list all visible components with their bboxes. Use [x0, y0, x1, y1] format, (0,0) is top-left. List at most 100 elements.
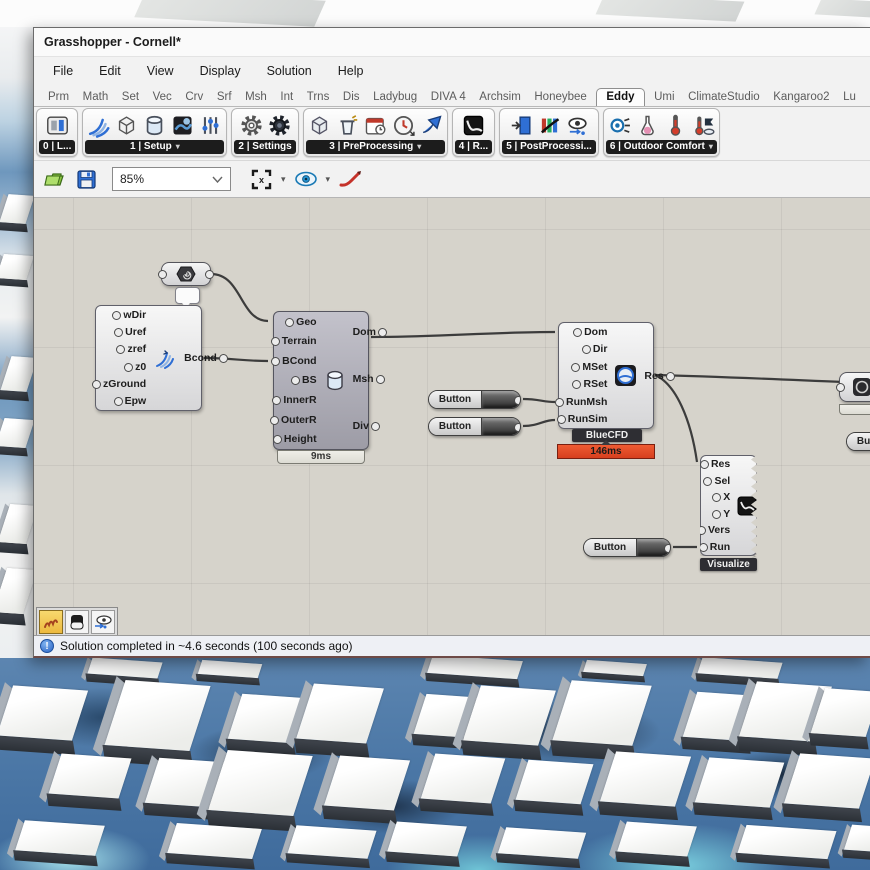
component-input[interactable]: RunMsh	[559, 395, 614, 409]
zoom-extents-icon[interactable]: x	[249, 167, 273, 191]
component-output[interactable]: Res	[637, 369, 670, 383]
component-output[interactable]: Div	[346, 419, 376, 433]
tab[interactable]: Prm	[44, 89, 73, 106]
component-input[interactable]: RSet	[576, 377, 614, 391]
zoom-extents-menu-arrow[interactable]: ▾	[281, 174, 286, 185]
component-input[interactable]: MSet	[575, 360, 614, 374]
component-input[interactable]: Res	[704, 457, 737, 471]
component-input[interactable]: Run	[703, 540, 737, 554]
sketch-pen-icon[interactable]	[338, 167, 362, 191]
title-bar[interactable]: Grasshopper - Cornell*	[34, 28, 870, 57]
component-input[interactable]: RunSim	[561, 412, 615, 426]
tab[interactable]: Ladybug	[369, 89, 421, 106]
mesh-domain-component[interactable]: GeoTerrainBCondBSInnerROuterRHeight DomM…	[273, 311, 369, 450]
tab[interactable]: Crv	[181, 89, 207, 106]
tab[interactable]: Vec	[149, 89, 176, 106]
group-menu-arrow[interactable]: ▾	[709, 142, 713, 151]
open-file-icon[interactable]	[42, 167, 66, 191]
component-input[interactable]: Uref	[118, 325, 153, 339]
toggle-preview-button[interactable]	[65, 610, 89, 634]
component-input[interactable]: X	[716, 490, 737, 504]
tab[interactable]: Lu	[839, 89, 860, 106]
component-input[interactable]: wDir	[116, 308, 153, 322]
tab[interactable]: Kangaroo2	[769, 89, 833, 106]
component-input[interactable]: Height	[277, 432, 324, 446]
save-file-icon[interactable]	[74, 167, 98, 191]
menu-item[interactable]: Edit	[86, 61, 134, 81]
group-menu-arrow[interactable]: ▾	[176, 142, 180, 151]
menu-item[interactable]: File	[40, 61, 86, 81]
clipped-button[interactable]: Button	[846, 432, 870, 451]
run-visualize-button[interactable]: Button	[583, 538, 671, 557]
toolbar-group-label[interactable]: 2 | Settings	[234, 140, 295, 154]
component-input[interactable]: Epw	[118, 394, 154, 408]
sketch-tool-button[interactable]	[39, 610, 63, 634]
tab[interactable]: Umi	[650, 89, 678, 106]
gear-dark-icon[interactable]	[266, 112, 293, 139]
tab[interactable]: Honeybee	[530, 89, 590, 106]
component-input[interactable]: Geo	[289, 315, 323, 329]
tab[interactable]: Set	[118, 89, 143, 106]
component-input[interactable]: InnerR	[276, 393, 323, 407]
component-input[interactable]: zGround	[96, 377, 153, 391]
tab[interactable]: DIVA 4	[427, 89, 470, 106]
residuals-curve-icon[interactable]	[460, 112, 487, 139]
wind-direction-component[interactable]	[161, 262, 211, 286]
menu-item[interactable]: Solution	[254, 61, 325, 81]
run-sim-button[interactable]: Button	[428, 417, 521, 436]
preview-menu-arrow[interactable]: ▾	[326, 174, 331, 185]
toolbar-group-label[interactable]: 1 | Setup▾	[85, 140, 224, 154]
component-input[interactable]: Y	[716, 507, 737, 521]
preview-mode-button[interactable]	[91, 610, 115, 634]
tab[interactable]: Trns	[303, 89, 334, 106]
component-input[interactable]: BCond	[275, 354, 323, 368]
component-input[interactable]: Sel	[707, 474, 737, 488]
utci-icon[interactable]	[690, 112, 717, 139]
component-input[interactable]: Vers	[701, 523, 737, 537]
toolbar-group-label[interactable]: 0 | L...	[39, 140, 75, 154]
gh-canvas[interactable]: wDirUrefzrefz0zGroundEpw Bcond GeoTerrai…	[34, 198, 870, 635]
tab[interactable]: Srf	[213, 89, 236, 106]
component-output[interactable]: Msh	[346, 372, 381, 386]
schedule-icon[interactable]	[362, 112, 389, 139]
component-input[interactable]: zref	[120, 342, 153, 356]
component-output[interactable]: Bcond	[177, 351, 224, 365]
component-input[interactable]: Dir	[586, 342, 615, 356]
visualize-component[interactable]: Res Sel XY Vers Run	[700, 455, 757, 556]
wind-profile-icon[interactable]	[85, 112, 112, 139]
toolbar-group-label[interactable]: 5 | PostProcessi...	[502, 140, 596, 154]
component-input[interactable]: Dom	[577, 325, 614, 339]
bluecfd-component[interactable]: DomDirMSetRSetRunMshRunSim Res	[558, 322, 654, 429]
interop-icon[interactable]	[44, 112, 71, 139]
clipped-component[interactable]	[839, 372, 870, 402]
toolbar-group-label[interactable]: 6 | Outdoor Comfort▾	[606, 140, 717, 154]
tab[interactable]: Eddy	[596, 88, 644, 107]
group-menu-arrow[interactable]: ▾	[417, 142, 421, 151]
comfort-compass-icon[interactable]	[606, 112, 633, 139]
toolbar-group-label[interactable]: 3 | PreProcessing▾	[306, 140, 445, 154]
tab[interactable]: Archsim	[475, 89, 525, 106]
menu-item[interactable]: Display	[187, 61, 254, 81]
cylinder-icon[interactable]	[141, 112, 168, 139]
button-well[interactable]	[481, 418, 520, 435]
run-clock-icon[interactable]	[390, 112, 417, 139]
tab[interactable]: Msh	[241, 89, 271, 106]
cleanup-trash-icon[interactable]	[334, 112, 361, 139]
canvas-zoom-select[interactable]: 85%	[112, 167, 231, 191]
component-output[interactable]: Dom	[346, 325, 383, 339]
toolbar-group-label[interactable]: 4 | R...	[455, 140, 492, 154]
menu-item[interactable]: View	[134, 61, 187, 81]
sliders-icon[interactable]	[197, 112, 224, 139]
thermometer-icon[interactable]	[662, 112, 689, 139]
preview-eye-icon[interactable]	[294, 167, 318, 191]
component-input[interactable]: Terrain	[275, 334, 324, 348]
slice-panel-icon[interactable]	[508, 112, 535, 139]
button-well[interactable]	[636, 539, 670, 556]
tab[interactable]: Math	[79, 89, 113, 106]
paint-arrow-icon[interactable]	[418, 112, 445, 139]
component-input[interactable]: BS	[295, 373, 324, 387]
terrain-mesh-icon[interactable]	[169, 112, 196, 139]
tab[interactable]: Dis	[339, 89, 364, 106]
gear-light-icon[interactable]	[238, 112, 265, 139]
button-well[interactable]	[481, 391, 520, 408]
